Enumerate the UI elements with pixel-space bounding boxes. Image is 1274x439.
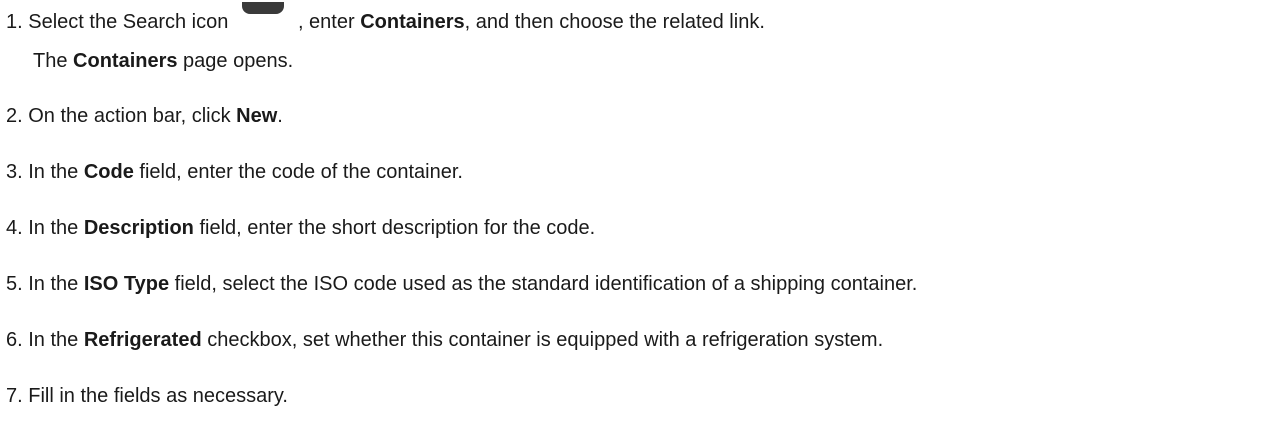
step-bold-text: ISO Type [83, 273, 170, 295]
step-3: 3. In the Code field, enter the code of … [6, 160, 463, 184]
step-text: field, select the ISO code used as the s… [169, 273, 918, 295]
step-text: field, enter the code of the container. [133, 161, 463, 183]
step-number: 2. [6, 105, 23, 127]
step-bold-text: New [236, 105, 278, 127]
step-bold-text: Containers [73, 50, 178, 72]
step-text: In the [28, 161, 84, 183]
step-2: 2. On the action bar, click New. [6, 104, 283, 128]
step-text: On the action bar, click [28, 105, 237, 127]
step-5: 5. In the ISO Type field, select the ISO… [6, 272, 917, 296]
step-text: Select the Search icon [28, 11, 229, 33]
step-text: page opens. [177, 50, 294, 72]
step-bold-text: Containers [360, 11, 465, 33]
step-text: , and then choose the related link. [464, 11, 765, 33]
step-1-result: The Containers page opens. [33, 49, 293, 73]
step-number: 3. [6, 161, 23, 183]
step-text: The [33, 50, 74, 72]
step-number: 5. [6, 273, 23, 295]
step-1: 1. Select the Search icon , enter Contai… [6, 2, 765, 34]
step-text: In the [28, 273, 84, 295]
step-text: field, enter the short description for t… [193, 217, 596, 239]
step-text: . [277, 105, 283, 127]
search-icon [234, 2, 298, 30]
step-bold-text: Code [83, 161, 134, 183]
step-text: checkbox, set whether this container is … [201, 329, 884, 351]
step-number: 6. [6, 329, 23, 351]
step-number: 4. [6, 217, 23, 239]
step-text: , enter [297, 11, 361, 33]
step-number: 7. [6, 385, 23, 407]
step-bold-text: Refrigerated [83, 329, 202, 351]
step-7: 7. Fill in the fields as necessary. [6, 384, 288, 408]
step-4: 4. In the Description field, enter the s… [6, 216, 595, 240]
search-icon-graphic [241, 2, 284, 14]
step-number: 1. [6, 11, 23, 33]
step-6: 6. In the Refrigerated checkbox, set whe… [6, 328, 883, 352]
step-bold-text: Description [83, 217, 194, 239]
step-text: In the [28, 217, 84, 239]
step-text: In the [28, 329, 84, 351]
step-text: Fill in the fields as necessary. [28, 385, 288, 407]
